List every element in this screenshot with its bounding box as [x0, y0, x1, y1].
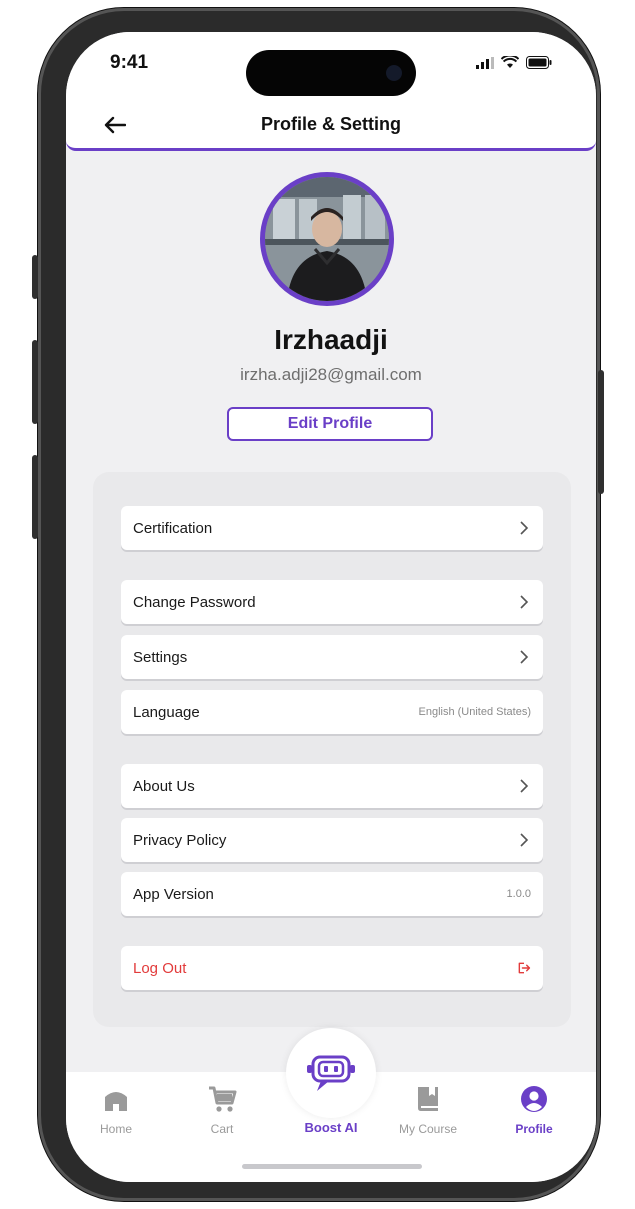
menu-item-label: Privacy Policy — [133, 831, 227, 849]
menu-item-certification[interactable]: Certification — [121, 506, 543, 550]
menu-item-settings[interactable]: Settings — [121, 635, 543, 679]
chevron-right-icon — [517, 777, 531, 795]
menu-item-language[interactable]: Language English (United States) — [121, 690, 543, 734]
nav-home[interactable]: Home — [76, 1082, 156, 1136]
app-screen: 9:41 Profile & Setting Irzhaadji irzha.a… — [66, 32, 596, 1182]
menu-item-label: Language — [133, 703, 200, 721]
camera-lens — [386, 65, 402, 81]
menu-item-label: Settings — [133, 648, 188, 666]
menu-item-label: App Version — [133, 885, 214, 903]
menu-item-app-version: App Version 1.0.0 — [121, 872, 543, 916]
home-icon — [76, 1082, 156, 1116]
chevron-right-icon — [517, 831, 531, 849]
book-icon — [388, 1082, 468, 1116]
battery-icon — [526, 56, 552, 69]
nav-my-course[interactable]: My Course — [388, 1082, 468, 1136]
app-version-value: 1.0.0 — [506, 888, 531, 900]
dynamic-island — [246, 50, 416, 96]
user-email: irzha.adji28@gmail.com — [240, 365, 422, 384]
avatar[interactable] — [260, 172, 394, 306]
side-button-power — [598, 370, 604, 494]
wifi-icon — [501, 56, 519, 68]
status-icons — [476, 56, 552, 69]
language-value: English (United States) — [418, 706, 532, 718]
menu-item-change-password[interactable]: Change Password — [121, 580, 543, 624]
menu-item-label: Change Password — [133, 593, 256, 611]
menu-item-label: Certification — [133, 519, 213, 537]
side-button-volume-down — [32, 455, 38, 539]
side-button-action — [32, 255, 38, 299]
menu-item-privacy-policy[interactable]: Privacy Policy — [121, 818, 543, 862]
logout-button[interactable]: Log Out — [121, 946, 543, 990]
chevron-right-icon — [517, 519, 531, 537]
avatar-photo — [265, 177, 389, 301]
robot-icon — [307, 1055, 355, 1091]
settings-menu-card: Certification Change Password Settings L… — [93, 472, 571, 1027]
profile-icon — [494, 1082, 574, 1116]
menu-item-label: About Us — [133, 777, 195, 795]
status-bar: 9:41 — [66, 32, 596, 102]
nav-label: Home — [99, 1122, 132, 1136]
app-header: Profile & Setting — [66, 102, 596, 151]
user-name: Irzhaadji — [274, 324, 388, 355]
logout-label: Log Out — [133, 959, 187, 977]
chevron-right-icon — [517, 648, 531, 666]
nav-label: My Course — [398, 1122, 457, 1136]
logout-icon — [517, 959, 531, 977]
side-button-volume-up — [32, 340, 38, 424]
nav-label: Profile — [515, 1122, 553, 1136]
status-time: 9:41 — [110, 52, 149, 73]
nav-label: Cart — [210, 1122, 234, 1136]
nav-profile[interactable]: Profile — [494, 1082, 574, 1136]
cart-icon — [182, 1082, 262, 1116]
boost-ai-label: Boost AI — [304, 1120, 358, 1135]
nav-boost-ai[interactable] — [286, 1028, 376, 1118]
nav-cart[interactable]: Cart — [182, 1082, 262, 1136]
home-indicator — [242, 1164, 422, 1169]
edit-profile-button[interactable]: Edit Profile — [227, 407, 433, 441]
page-title: Profile & Setting — [260, 114, 401, 134]
chevron-right-icon — [517, 593, 531, 611]
menu-item-about-us[interactable]: About Us — [121, 764, 543, 808]
signal-icon — [476, 56, 494, 69]
